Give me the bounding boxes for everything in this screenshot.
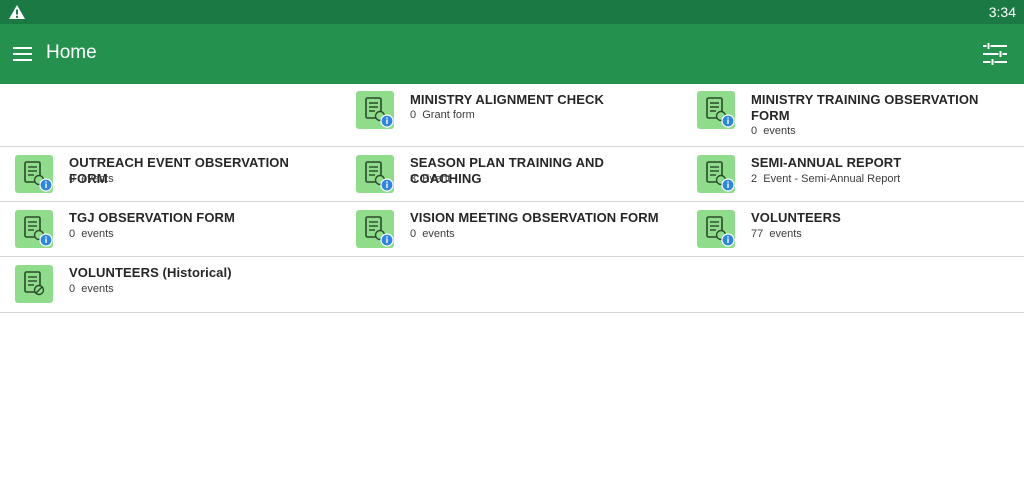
form-subtitle: 0 Grant form [410,108,475,122]
form-title: MINISTRY ALIGNMENT CHECK [410,92,605,107]
form-unit: events [422,228,455,240]
status-time: 3:34 [988,4,1016,20]
hamburger-menu-icon[interactable] [12,44,34,64]
form-unit: Event - Semi-Annual Report [763,173,901,185]
form-subtitle: 0 events [69,282,114,296]
form-subtitle: 3 Event [410,172,450,186]
form-document-icon [15,210,53,248]
warning-triangle-icon [9,5,25,19]
app-bar: Home [0,24,1024,84]
form-item-volunteers-historical[interactable]: VOLUNTEERS (Historical) 0 events [0,257,341,312]
form-count: 0 [410,109,417,121]
form-count: 0 [751,125,758,137]
form-unit: Grant form [422,109,475,121]
form-item-ministry-alignment-check[interactable]: MINISTRY ALIGNMENT CHECK 0 Grant form [341,84,682,146]
form-row: VOLUNTEERS (Historical) 0 events [0,257,1024,313]
form-subtitle: 0 events [410,227,455,241]
form-count: 0 [69,228,76,240]
form-document-icon [356,91,394,129]
form-document-icon [356,155,394,193]
form-title: TGJ OBSERVATION FORM [69,210,235,225]
form-title: MINISTRY TRAINING OBSERVATION FORM [751,92,979,123]
form-unit: events [763,125,796,137]
form-item-semi-annual-report[interactable]: SEMI-ANNUAL REPORT 2 Event - Semi-Annual… [682,147,1023,201]
form-item-outreach-event-observation-form[interactable]: OUTREACH EVENT OBSERVATION FORM 0 events [0,147,341,201]
form-unit: Event [422,173,451,185]
form-count: 2 [751,173,758,185]
form-document-icon [697,210,735,248]
form-subtitle: 0 events [751,124,796,138]
form-row: MINISTRY ALIGNMENT CHECK 0 Grant form MI… [0,84,1024,147]
form-count: 77 [751,228,764,240]
form-subtitle: 2 Event - Semi-Annual Report [751,172,900,186]
form-document-icon [697,91,735,129]
form-subtitle: 0 events [69,227,114,241]
form-item-ministry-training-observation-form[interactable]: MINISTRY TRAINING OBSERVATION FORM 0 eve… [682,84,1023,146]
form-document-icon [15,155,53,193]
form-unit: events [769,228,802,240]
form-document-icon [15,265,53,303]
form-count: 0 [69,283,76,295]
form-item-tgj-observation-form[interactable]: TGJ OBSERVATION FORM 0 events [0,202,341,256]
form-item-volunteers[interactable]: VOLUNTEERS 77 events [682,202,1023,256]
form-title: VOLUNTEERS [751,210,841,225]
form-subtitle: 77 events [751,227,802,241]
form-row: OUTREACH EVENT OBSERVATION FORM 0 events… [0,147,1024,202]
status-bar: 3:34 [0,0,1024,24]
form-count: 0 [69,173,76,185]
filter-sliders-icon[interactable] [982,42,1008,66]
page-title: Home [46,42,97,63]
form-list: MINISTRY ALIGNMENT CHECK 0 Grant form MI… [0,84,1024,500]
form-count: 3 [410,173,417,185]
form-unit: events [81,173,114,185]
form-unit: events [81,283,114,295]
form-subtitle: 0 events [69,172,114,186]
form-document-icon [356,210,394,248]
form-item-season-plan-training-and-coaching[interactable]: SEASON PLAN TRAINING AND COACHING 3 Even… [341,147,682,201]
form-title: SEMI-ANNUAL REPORT [751,155,902,170]
form-title: VISION MEETING OBSERVATION FORM [410,210,659,225]
form-row: TGJ OBSERVATION FORM 0 events VISION MEE… [0,202,1024,257]
form-item-vision-meeting-observation-form[interactable]: VISION MEETING OBSERVATION FORM 0 events [341,202,682,256]
form-count: 0 [410,228,417,240]
form-title: VOLUNTEERS (Historical) [69,265,232,280]
form-document-icon [697,155,735,193]
form-unit: events [81,228,114,240]
